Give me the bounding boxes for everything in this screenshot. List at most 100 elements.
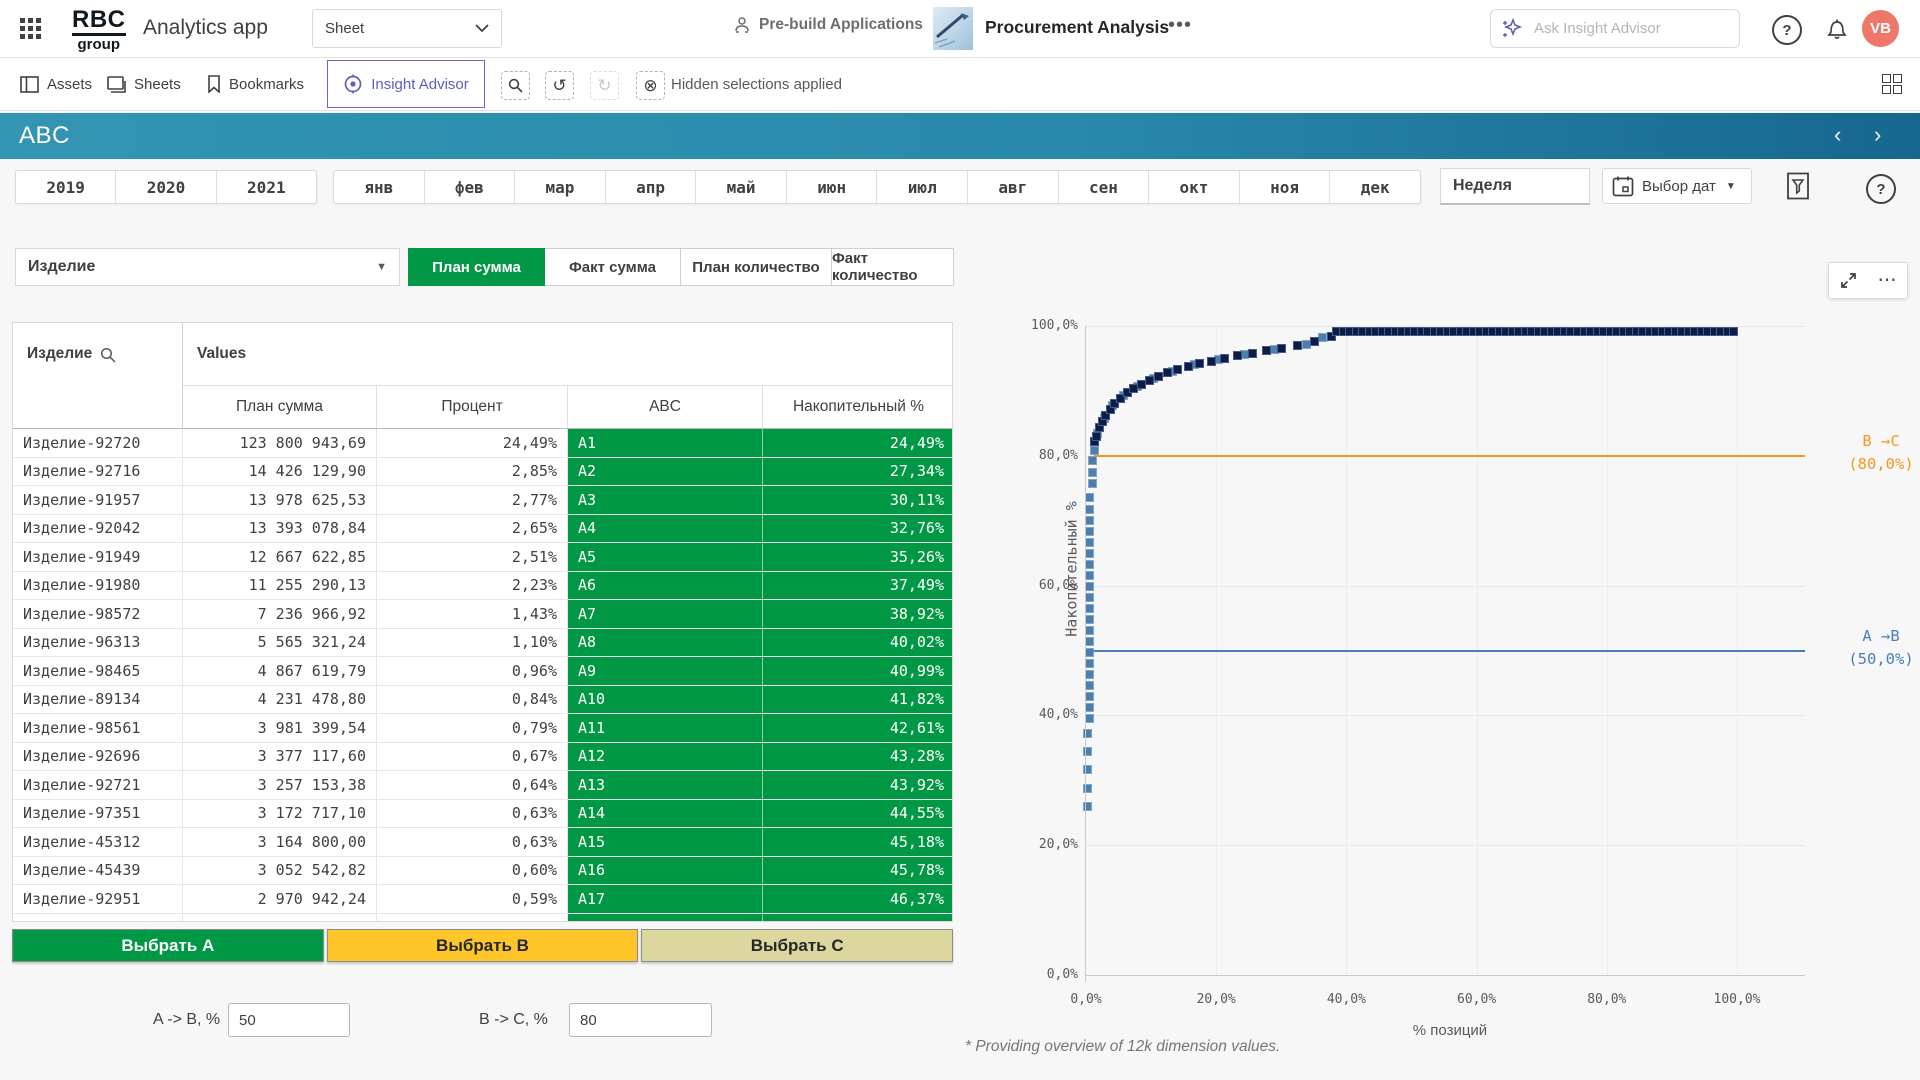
data-point[interactable] <box>1085 593 1094 602</box>
table-row[interactable]: Изделие-985727 236 966,921,43%A738,92% <box>13 600 953 629</box>
data-point[interactable] <box>1085 615 1094 624</box>
expand-icon[interactable] <box>1840 272 1857 289</box>
data-point[interactable] <box>1085 670 1094 679</box>
help-icon[interactable]: ? <box>1772 15 1802 45</box>
data-point[interactable] <box>1173 365 1182 374</box>
abc-select-button[interactable]: Выбрать B <box>327 929 639 962</box>
data-point[interactable] <box>1085 538 1094 547</box>
table-dim-header[interactable]: Изделие <box>13 323 183 429</box>
data-point[interactable] <box>1085 648 1094 657</box>
clear-selections-button[interactable]: ⊗ <box>636 71 665 100</box>
table-row[interactable]: Изделие-9198011 255 290,132,23%A637,49% <box>13 572 953 601</box>
week-filter-field[interactable]: Неделя <box>1440 168 1590 205</box>
sheets-tab[interactable]: Sheets <box>107 58 181 110</box>
year-filter-button[interactable]: 2020 <box>116 171 216 203</box>
insight-advisor-search[interactable] <box>1490 9 1740 48</box>
table-row[interactable]: Изделие-929512 970 942,240,59%A1746,37% <box>13 885 953 914</box>
table-row[interactable]: Изделие-9271614 426 129,902,85%A227,34% <box>13 458 953 487</box>
table-column-header[interactable]: ABC <box>568 386 763 428</box>
app-launcher-icon[interactable] <box>20 18 44 42</box>
column-search-icon[interactable] <box>100 347 116 363</box>
data-point[interactable] <box>1145 376 1154 385</box>
data-point[interactable] <box>1088 456 1097 465</box>
month-filter-button[interactable]: дек <box>1330 171 1420 203</box>
month-filter-button[interactable]: ноя <box>1240 171 1331 203</box>
abc-select-button[interactable]: Выбрать A <box>12 929 324 962</box>
table-row[interactable]: Изделие-92720123 800 943,6924,49%A124,49… <box>13 429 953 458</box>
data-point[interactable] <box>1085 549 1094 558</box>
data-point[interactable] <box>1248 349 1257 358</box>
date-picker-button[interactable]: Выбор дат ▼ <box>1602 168 1752 204</box>
data-point[interactable] <box>1085 493 1094 502</box>
next-sheet-chevron-right-icon[interactable]: › <box>1874 123 1881 147</box>
assets-tab[interactable]: Assets <box>20 58 92 110</box>
data-point[interactable] <box>1085 681 1094 690</box>
month-filter-button[interactable]: апр <box>606 171 697 203</box>
month-filter-button[interactable]: окт <box>1149 171 1240 203</box>
data-point[interactable] <box>1163 368 1172 377</box>
data-point[interactable] <box>1088 479 1097 488</box>
data-point[interactable] <box>1293 341 1302 350</box>
chart-more-icon[interactable]: ⋯ <box>1878 269 1897 292</box>
month-filter-button[interactable]: сен <box>1059 171 1150 203</box>
data-point[interactable] <box>1088 468 1097 477</box>
data-point[interactable] <box>1729 327 1738 336</box>
data-point[interactable] <box>1085 516 1094 525</box>
table-row[interactable]: Изделие-963135 565 321,241,10%A840,02% <box>13 629 953 658</box>
data-point[interactable] <box>1085 637 1094 646</box>
threshold-input[interactable] <box>228 1003 350 1037</box>
data-point[interactable] <box>1085 527 1094 536</box>
measure-tab[interactable]: Факт количество <box>832 248 954 286</box>
insight-advisor-tab[interactable]: Insight Advisor <box>327 60 485 108</box>
threshold-input[interactable] <box>569 1003 712 1037</box>
data-point[interactable] <box>1085 714 1094 723</box>
notifications-bell-icon[interactable] <box>1824 14 1850 41</box>
data-point[interactable] <box>1184 362 1193 371</box>
table-column-header[interactable]: Процент <box>377 386 568 428</box>
data-point[interactable] <box>1195 359 1204 368</box>
data-point[interactable] <box>1085 626 1094 635</box>
table-row[interactable]: Изделие-984654 867 619,790,96%A940,99% <box>13 657 953 686</box>
selections-tool-icon[interactable] <box>1786 172 1810 200</box>
year-filter-button[interactable]: 2021 <box>217 171 316 203</box>
data-point[interactable] <box>1085 571 1094 580</box>
table-row[interactable]: Изделие-921072 871 913,180,57%A1846,94% <box>13 914 953 923</box>
data-point[interactable] <box>1207 357 1216 366</box>
table-row[interactable]: Изделие-926963 377 117,600,67%A1243,28% <box>13 743 953 772</box>
table-column-header[interactable]: План сумма <box>183 386 377 428</box>
data-point[interactable] <box>1233 351 1242 360</box>
data-point[interactable] <box>1085 560 1094 569</box>
table-row[interactable]: Изделие-927213 257 153,380,64%A1343,92% <box>13 771 953 800</box>
sheet-help-icon[interactable]: ? <box>1866 174 1896 204</box>
data-point[interactable] <box>1277 344 1286 353</box>
data-point[interactable] <box>1085 505 1094 514</box>
month-filter-button[interactable]: мар <box>515 171 606 203</box>
undo-button[interactable]: ↺ <box>545 71 574 100</box>
selections-search-button[interactable] <box>501 71 530 100</box>
measure-tab[interactable]: План количество <box>681 248 832 286</box>
month-filter-button[interactable]: авг <box>968 171 1059 203</box>
measure-tab[interactable]: Факт сумма <box>545 248 681 286</box>
data-point[interactable] <box>1085 692 1094 701</box>
data-point[interactable] <box>1220 354 1229 363</box>
prebuild-applications-link[interactable]: Pre-build Applications <box>733 16 923 34</box>
data-point[interactable] <box>1085 604 1094 613</box>
month-filter-button[interactable]: июн <box>787 171 878 203</box>
data-point[interactable] <box>1092 432 1101 441</box>
table-row[interactable]: Изделие-454393 052 542,820,60%A1645,78% <box>13 857 953 886</box>
abc-select-button[interactable]: Выбрать C <box>641 929 953 962</box>
data-point[interactable] <box>1085 659 1094 668</box>
app-options-button[interactable]: ••• <box>1168 14 1192 37</box>
prev-sheet-chevron-left-icon[interactable]: ‹ <box>1834 123 1841 147</box>
user-avatar[interactable]: VB <box>1862 10 1899 47</box>
table-row[interactable]: Изделие-891344 231 478,800,84%A1041,82% <box>13 686 953 715</box>
month-filter-button[interactable]: май <box>696 171 787 203</box>
month-filter-button[interactable]: июл <box>877 171 968 203</box>
measure-tab[interactable]: План сумма <box>408 248 545 286</box>
table-row[interactable]: Изделие-453123 164 800,000,63%A1545,18% <box>13 828 953 857</box>
data-point[interactable] <box>1262 346 1271 355</box>
year-filter-button[interactable]: 2019 <box>16 171 116 203</box>
sheet-grid-icon[interactable] <box>1882 74 1902 94</box>
dimension-select[interactable]: Изделие ▼ <box>15 248 400 286</box>
data-point[interactable] <box>1310 337 1319 346</box>
